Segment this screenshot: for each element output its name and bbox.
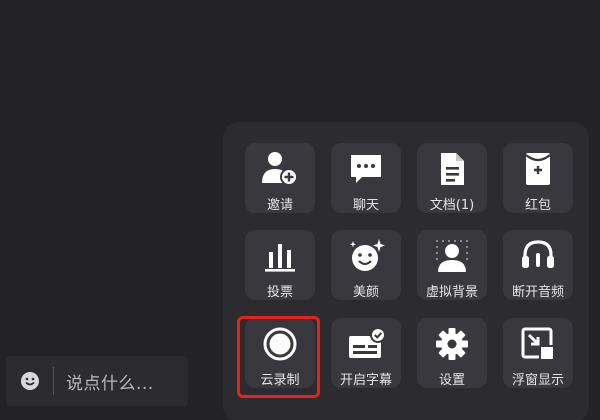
cloud-record-highlight — [237, 316, 320, 398]
settings-label: 设置 — [438, 373, 465, 388]
chat-divider — [53, 367, 54, 395]
chat-icon — [346, 149, 386, 189]
red-envelope-label: 红包 — [524, 198, 551, 213]
invite-label: 邀请 — [266, 198, 293, 213]
invite-user-icon — [260, 149, 300, 189]
red-envelope-button[interactable]: 红包 — [503, 143, 573, 213]
document-label: 文档(1) — [429, 198, 475, 213]
disconnect-audio-button[interactable]: 断开音频 — [503, 230, 573, 300]
virtual-background-icon — [432, 236, 472, 276]
smile-icon[interactable] — [19, 370, 41, 392]
chat-button[interactable]: 聊天 — [331, 143, 401, 213]
beauty-icon — [346, 236, 386, 276]
document-button[interactable]: 文档(1) — [417, 143, 487, 213]
virtual-background-label: 虚拟背景 — [425, 285, 478, 300]
meeting-screen: 说点什么... 邀请 聊天 文档(1) 红包 投票 美颜 虚拟背景 断开音频 云… — [0, 0, 600, 420]
beauty-label: 美颜 — [352, 285, 379, 300]
headset-icon — [518, 236, 558, 276]
vote-button[interactable]: 投票 — [245, 230, 315, 300]
floating-window-button[interactable]: 浮窗显示 — [503, 318, 573, 388]
red-envelope-icon — [518, 149, 558, 189]
virtual-background-button[interactable]: 虚拟背景 — [417, 230, 487, 300]
vote-icon — [260, 236, 300, 276]
gear-icon — [432, 324, 472, 364]
captions-label: 开启字幕 — [339, 373, 392, 388]
chat-placeholder[interactable]: 说点什么... — [66, 369, 154, 394]
floating-window-icon — [518, 324, 558, 364]
settings-button[interactable]: 设置 — [417, 318, 487, 388]
chat-input-bar[interactable]: 说点什么... — [6, 356, 188, 406]
beauty-button[interactable]: 美颜 — [331, 230, 401, 300]
captions-button[interactable]: 开启字幕 — [331, 318, 401, 388]
disconnect-audio-label: 断开音频 — [511, 285, 564, 300]
captions-icon — [346, 324, 386, 364]
floating-window-label: 浮窗显示 — [511, 373, 564, 388]
chat-label: 聊天 — [352, 198, 379, 213]
vote-label: 投票 — [266, 285, 293, 300]
document-icon — [432, 149, 472, 189]
invite-button[interactable]: 邀请 — [245, 143, 315, 213]
